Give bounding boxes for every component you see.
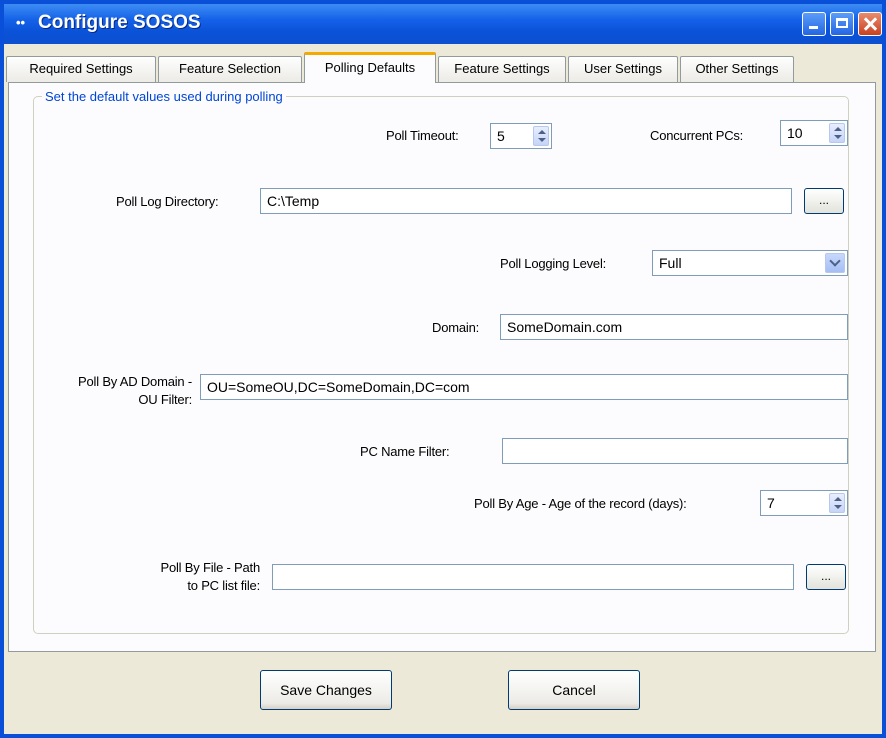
polling-groupbox: [33, 96, 849, 634]
poll-by-file-label-line1: Poll By File - Path: [160, 560, 260, 575]
pc-name-filter-input[interactable]: [502, 438, 848, 464]
app-icon: ••: [16, 15, 26, 30]
tab-polling-defaults[interactable]: Polling Defaults: [304, 52, 436, 83]
poll-timeout-value: 5: [497, 128, 505, 144]
poll-log-directory-label: Poll Log Directory:: [116, 194, 219, 209]
domain-label: Domain:: [432, 320, 480, 335]
poll-by-age-label: Poll By Age - Age of the record (days):: [474, 496, 687, 511]
spinner-arrows-icon[interactable]: [533, 126, 549, 146]
tab-user-settings[interactable]: User Settings: [568, 56, 678, 82]
spinner-arrows-icon[interactable]: [829, 123, 845, 143]
pc-list-file-input[interactable]: [272, 564, 794, 590]
poll-logging-level-value: Full: [659, 255, 682, 271]
poll-by-age-value: 7: [767, 495, 775, 511]
title-bar[interactable]: •• Configure SOSOS: [4, 4, 882, 44]
window-title: Configure SOSOS: [38, 12, 201, 33]
tab-other-settings[interactable]: Other Settings: [680, 56, 794, 82]
save-changes-button[interactable]: Save Changes: [260, 670, 392, 710]
spinner-arrows-icon[interactable]: [829, 493, 845, 513]
cancel-button[interactable]: Cancel: [508, 670, 640, 710]
concurrent-pcs-label: Concurrent PCs:: [650, 128, 744, 143]
close-icon: [859, 13, 881, 35]
close-button[interactable]: [858, 12, 882, 36]
button-bar: [4, 654, 882, 734]
poll-log-directory-input[interactable]: C:\Temp: [260, 188, 792, 214]
poll-by-file-label-line2: to PC list file:: [187, 578, 260, 593]
minimize-button[interactable]: [802, 12, 826, 36]
tab-feature-settings[interactable]: Feature Settings: [438, 56, 566, 82]
maximize-icon: [831, 13, 853, 35]
groupbox-legend: Set the default values used during polli…: [42, 89, 286, 104]
tab-feature-selection[interactable]: Feature Selection: [158, 56, 302, 82]
browse-pc-list-file-button[interactable]: ...: [806, 564, 846, 590]
ou-filter-label-line2: OU Filter:: [138, 392, 192, 407]
tab-required-settings[interactable]: Required Settings: [6, 56, 156, 82]
chevron-down-icon[interactable]: [825, 253, 845, 273]
poll-logging-level-select[interactable]: Full: [652, 250, 848, 276]
domain-input[interactable]: SomeDomain.com: [500, 314, 848, 340]
ou-filter-input[interactable]: OU=SomeOU,DC=SomeDomain,DC=com: [200, 374, 848, 400]
poll-by-age-stepper[interactable]: 7: [760, 490, 848, 516]
concurrent-pcs-value: 10: [787, 125, 803, 141]
poll-logging-level-label: Poll Logging Level:: [500, 256, 607, 271]
concurrent-pcs-stepper[interactable]: 10: [780, 120, 848, 146]
browse-log-directory-button[interactable]: ...: [804, 188, 844, 214]
pc-name-filter-label: PC Name Filter:: [360, 444, 450, 459]
minimize-icon: [803, 13, 825, 35]
poll-timeout-label: Poll Timeout:: [386, 128, 459, 143]
ou-filter-label-line1: Poll By AD Domain -: [78, 374, 192, 389]
poll-timeout-stepper[interactable]: 5: [490, 123, 552, 149]
maximize-button[interactable]: [830, 12, 854, 36]
